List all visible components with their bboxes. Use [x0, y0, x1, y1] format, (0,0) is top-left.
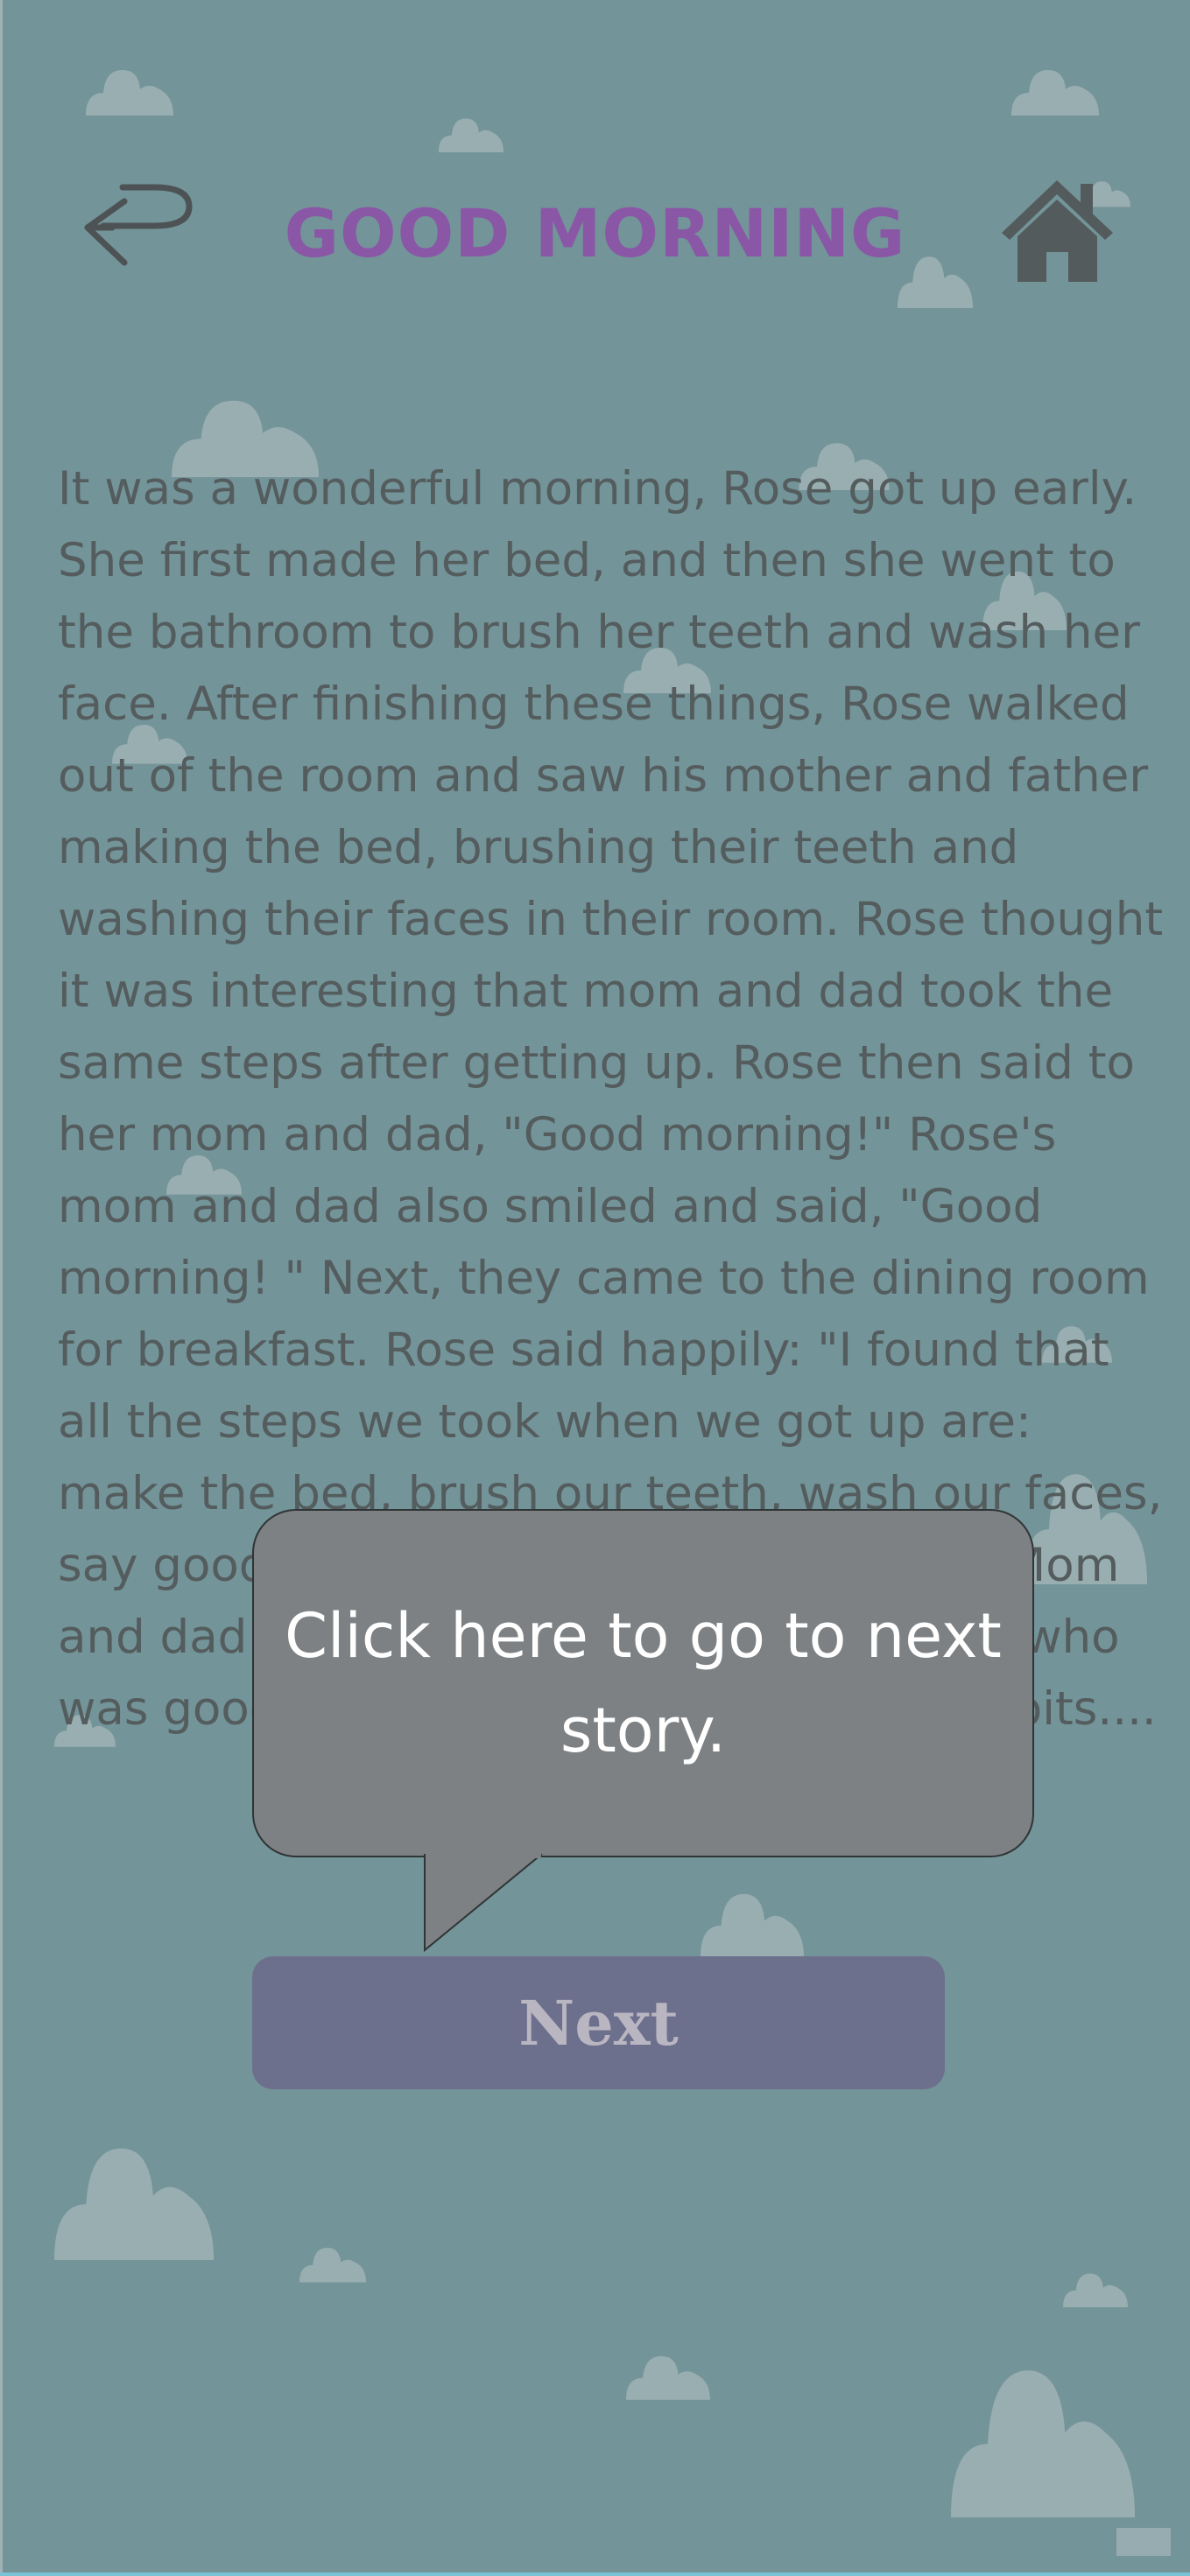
tooltip-text: Click here to go to next story.: [285, 1600, 1002, 1766]
next-story-tooltip[interactable]: Click here to go to next story.: [252, 1509, 1034, 1857]
cloud-decoration: [1063, 2273, 1128, 2307]
next-button-label: Next: [518, 1986, 679, 2060]
cloud-decoration: [54, 2148, 214, 2260]
corner-indicator: [1116, 2528, 1171, 2556]
home-icon: [1002, 180, 1113, 282]
cloud-decoration: [299, 2248, 366, 2283]
cloud-decoration: [626, 2355, 710, 2400]
home-button[interactable]: [998, 175, 1116, 284]
tooltip-pointer: [424, 1854, 543, 1952]
bottom-edge-line: [0, 2572, 1190, 2576]
left-edge-line: [0, 0, 3, 2576]
cloud-decoration: [951, 2370, 1135, 2517]
next-button[interactable]: Next: [252, 1956, 945, 2089]
cloud-decoration: [701, 1893, 804, 1957]
header-bar: GOOD MORNING: [0, 0, 1190, 350]
